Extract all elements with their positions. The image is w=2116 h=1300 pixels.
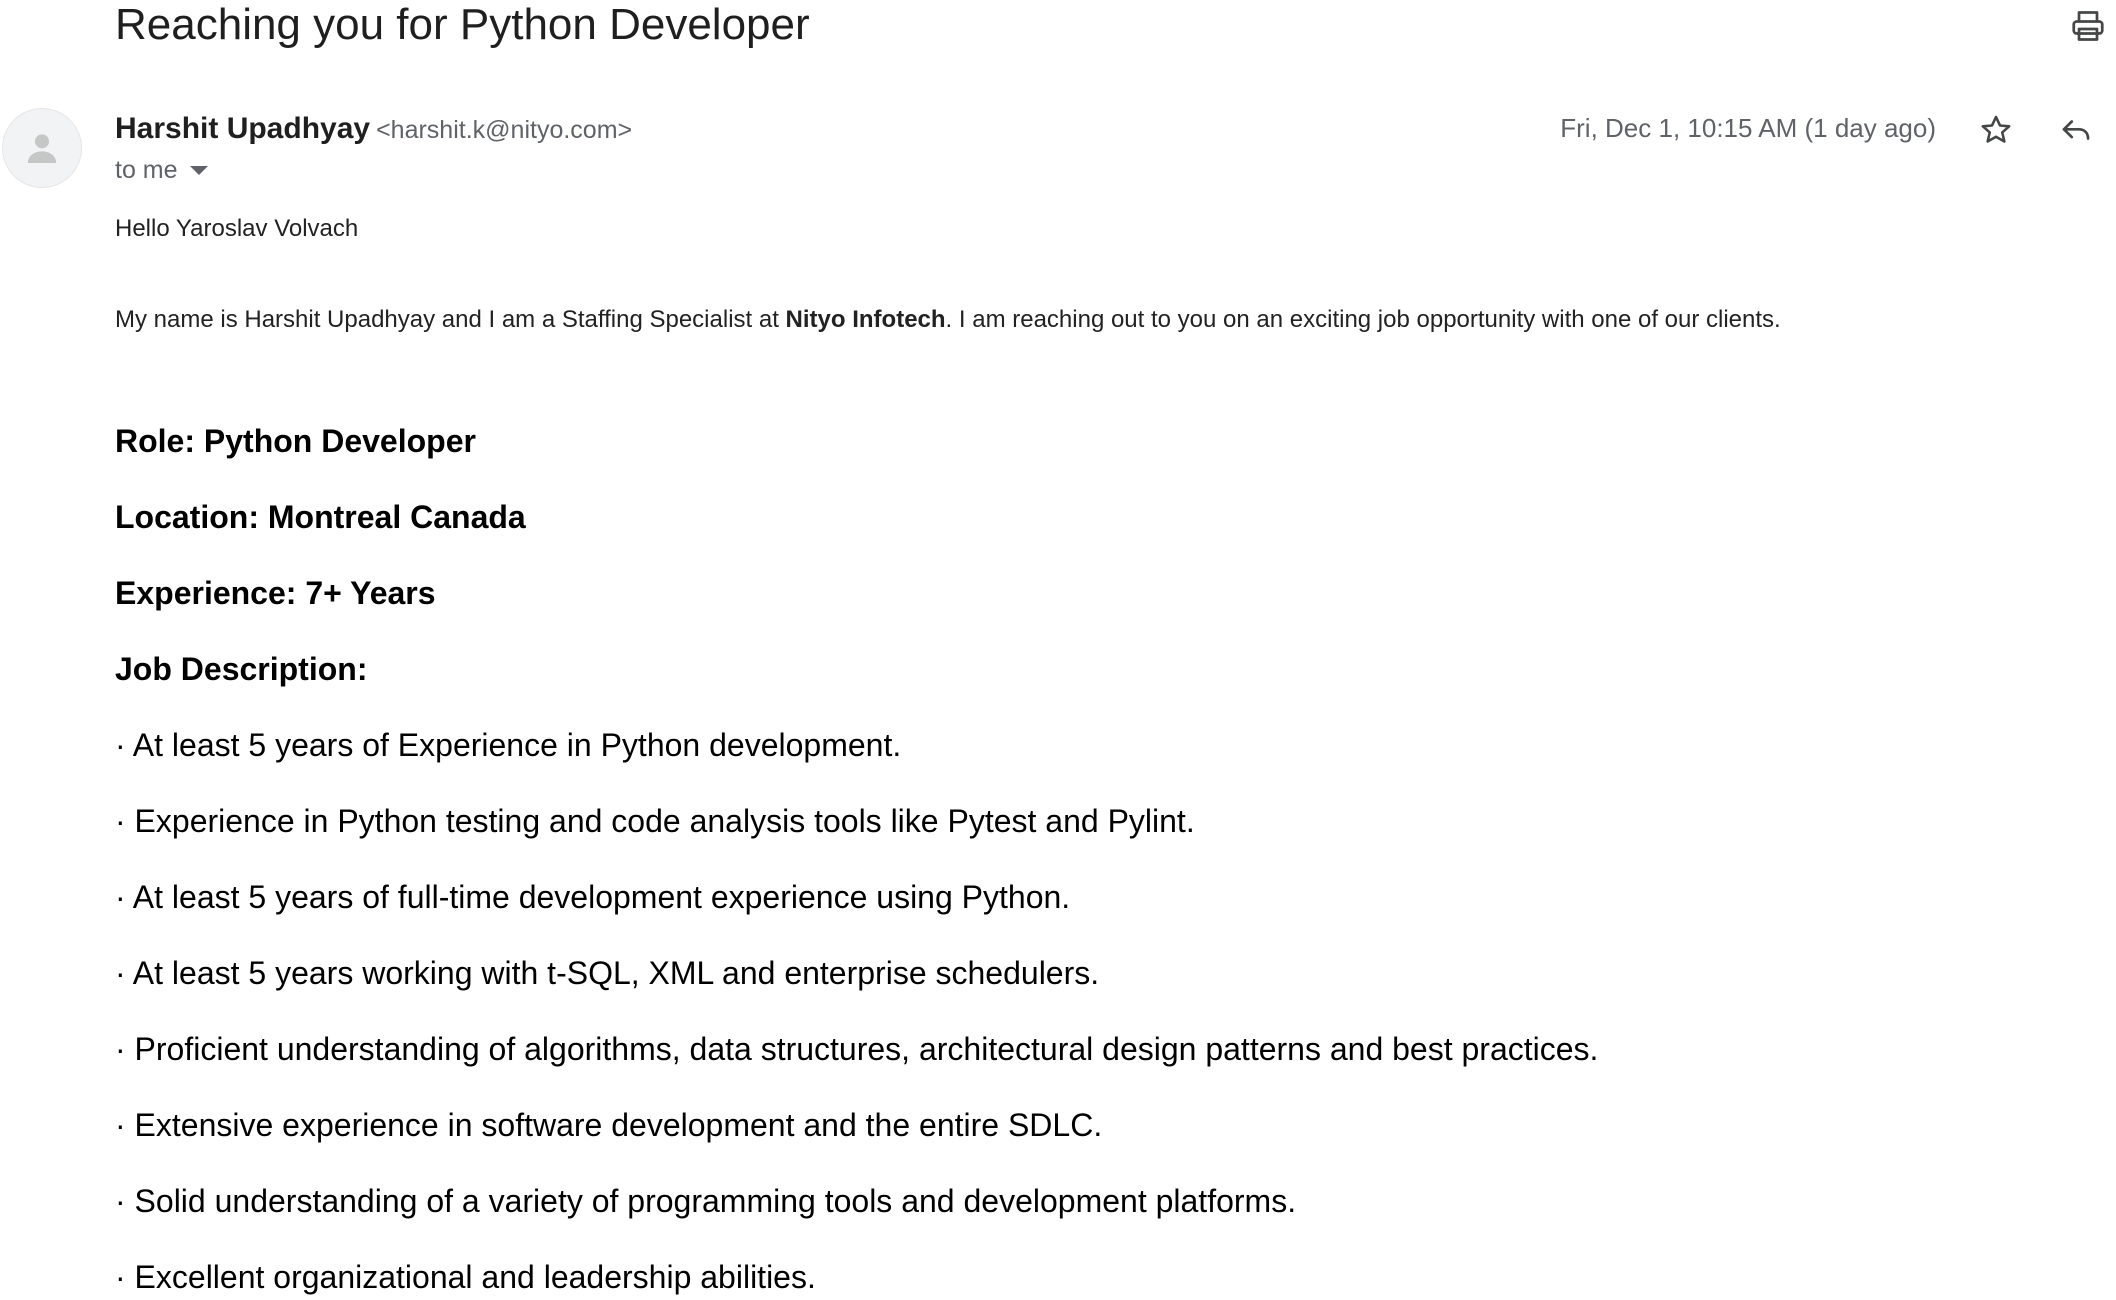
requirement-item: · Solid understanding of a variety of pr…: [115, 1183, 1297, 1219]
chevron-down-icon: [189, 165, 208, 175]
reply-icon: [2062, 120, 2090, 140]
requirement-item: · Experience in Python testing and code …: [115, 803, 1195, 839]
intro-text-end: . I am reaching out to you on an excitin…: [945, 306, 1781, 333]
star-button[interactable]: [1974, 108, 2018, 152]
requirement-item: · Excellent organizational and leadershi…: [115, 1259, 816, 1295]
requirement-item: · At least 5 years working with t-SQL, X…: [115, 955, 1100, 991]
reply-button[interactable]: [2054, 108, 2098, 152]
star-outline-icon: [1981, 115, 2011, 143]
sender-name[interactable]: Harshit Upadhyay: [115, 112, 370, 145]
intro-paragraph: My name is Harshit Upadhyay and I am a S…: [115, 304, 1781, 336]
print-button[interactable]: [2066, 4, 2110, 48]
experience-line: Experience: 7+ Years: [115, 575, 436, 611]
intro-text-start: My name is Harshit Upadhyay and I am a S…: [115, 306, 786, 333]
sender-line: Harshit Upadhyay <harshit.k@nityo.com>: [115, 109, 632, 154]
greeting: Hello Yaroslav Volvach: [115, 215, 359, 242]
requirement-item: · At least 5 years of full-time developm…: [115, 879, 1071, 915]
job-description-heading: Job Description:: [115, 651, 368, 687]
recipient-details-toggle[interactable]: to me: [115, 152, 208, 188]
requirement-item: · Extensive experience in software devel…: [115, 1107, 1103, 1143]
requirement-item: · Proficient understanding of algorithms…: [115, 1031, 1599, 1067]
role-line: Role: Python Developer: [115, 423, 476, 459]
sender-avatar[interactable]: [2, 108, 82, 188]
sender-email: <harshit.k@nityo.com>: [376, 116, 633, 144]
recipient-label: to me: [115, 156, 178, 184]
email-date: Fri, Dec 1, 10:15 AM (1 day ago): [1560, 113, 1936, 143]
default-person-icon: [27, 134, 57, 163]
email-subject: Reaching you for Python Developer: [115, 0, 810, 49]
printer-icon: [2072, 11, 2104, 41]
location-line: Location: Montreal Canada: [115, 499, 526, 535]
company-name: Nityo Infotech: [785, 306, 946, 333]
requirement-item: · At least 5 years of Experience in Pyth…: [115, 727, 902, 763]
